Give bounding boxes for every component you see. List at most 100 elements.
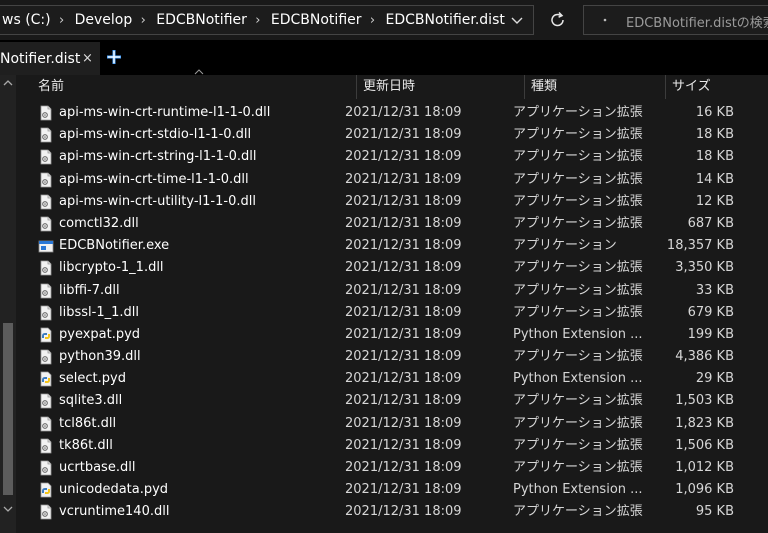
file-type: アプリケーション拡張 [513,215,643,231]
file-date-modified: 2021/12/31 18:09 [345,105,462,120]
file-date-modified: 2021/12/31 18:09 [345,437,462,453]
file-size: 18,357 KB [666,238,734,254]
file-size: 1,506 KB [675,437,734,453]
file-type: アプリケーション拡張 [513,149,643,165]
dll-icon [38,105,54,121]
file-row[interactable]: EDCBNotifier.exe 2021/12/31 18:09 アプリケーション… [16,235,768,257]
file-row[interactable]: ucrtbase.dll 2021/12/31 18:09 アプリケーション拡張 1,… [16,457,768,479]
file-type: アプリケーション拡張 [513,437,643,453]
breadcrumb-separator-icon[interactable]: › [247,13,269,28]
file-type: Python Extension ... [513,371,643,387]
file-date-modified: 2021/12/31 18:09 [345,371,462,387]
breadcrumb-drive[interactable]: ws (C:) [0,12,51,28]
tab-edcbnotifier-dist[interactable]: Notifier.dist × [0,42,100,75]
search-icon [600,11,614,27]
plus-icon[interactable] [105,48,123,66]
column-header-name[interactable]: 名前 [32,75,357,99]
file-type: Python Extension ... [513,482,643,498]
file-type: アプリケーション拡張 [513,504,643,520]
file-row[interactable]: tk86t.dll 2021/12/31 18:09 アプリケーション拡張 1,506… [16,435,768,457]
address-bar[interactable]: ws (C:) › Develop › EDCBNotifier › EDCBN… [0,5,534,35]
file-size: 33 KB [695,282,734,298]
file-size: 687 KB [687,215,734,231]
python-file-icon [38,327,54,343]
file-name: api-ms-win-crt-time-l1-1-0.dll [59,171,249,187]
file-row[interactable]: vcruntime140.dll 2021/12/31 18:09 アプリケーション… [16,501,768,523]
file-date-modified: 2021/12/31 18:09 [345,215,462,231]
file-date-modified: 2021/12/31 18:09 [345,482,462,498]
file-name: select.pyd [59,371,126,387]
file-list: api-ms-win-crt-runtime-l1-1-0.dll 2021/12… [16,102,768,524]
file-size: 1,012 KB [675,460,734,475]
file-date-modified: 2021/12/31 18:09 [345,326,462,342]
file-name: ucrtbase.dll [59,460,136,475]
python-file-icon [38,482,54,498]
python-file-icon [38,371,54,387]
dll-icon [38,349,54,365]
file-size: 12 KB [695,193,734,209]
file-type: アプリケーション拡張 [513,282,643,298]
file-row[interactable]: tcl86t.dll 2021/12/31 18:09 アプリケーション拡張 1,82… [16,413,768,435]
file-name: unicodedata.pyd [59,482,169,498]
file-row[interactable]: pyexpat.pyd 2021/12/31 18:09 Python Extens… [16,324,768,346]
file-row[interactable]: api-ms-win-crt-utility-l1-1-0.dll 2021/12… [16,191,768,213]
file-date-modified: 2021/12/31 18:09 [345,304,462,320]
file-name: vcruntime140.dll [59,504,170,520]
breadcrumb-develop[interactable]: Develop [73,12,133,28]
file-name: sqlite3.dll [59,393,123,409]
file-size: 679 KB [687,304,734,320]
file-name: api-ms-win-crt-stdio-l1-1-0.dll [59,127,252,143]
file-row[interactable]: api-ms-win-crt-stdio-l1-1-0.dll 2021/12/3… [16,124,768,146]
breadcrumb-separator-icon[interactable]: › [51,13,73,28]
dll-icon [38,504,54,520]
file-size: 18 KB [695,149,734,165]
file-size: 16 KB [695,105,734,120]
file-row[interactable]: libffi-7.dll 2021/12/31 18:09 アプリケーション拡張 33… [16,280,768,302]
scroll-up-icon[interactable] [3,79,13,87]
scroll-down-icon[interactable] [3,505,13,513]
file-name: libffi-7.dll [59,282,120,298]
refresh-icon[interactable] [543,8,573,32]
file-type: アプリケーション拡張 [513,105,643,120]
close-icon[interactable]: × [82,51,93,66]
file-name: comctl32.dll [59,215,139,231]
breadcrumb-edcbnotifier[interactable]: EDCBNotifier [154,12,247,28]
file-date-modified: 2021/12/31 18:09 [345,282,462,298]
chevron-down-icon[interactable] [505,10,529,30]
file-row[interactable]: sqlite3.dll 2021/12/31 18:09 アプリケーション拡張 1,5… [16,390,768,412]
vertical-scrollbar[interactable] [0,75,16,533]
dll-icon [38,172,54,188]
file-row[interactable]: api-ms-win-crt-runtime-l1-1-0.dll 2021/12… [16,102,768,124]
file-row[interactable]: comctl32.dll 2021/12/31 18:09 アプリケーション拡張 68… [16,213,768,235]
column-header-date[interactable]: 更新日時 [357,75,525,99]
file-row[interactable]: libcrypto-1_1.dll 2021/12/31 18:09 アプリケーショ… [16,257,768,279]
file-size: 1,823 KB [675,415,734,431]
file-row[interactable]: python39.dll 2021/12/31 18:09 アプリケーション拡張 4,… [16,346,768,368]
file-date-modified: 2021/12/31 18:09 [345,504,462,520]
column-header-size[interactable]: サイズ [666,75,752,99]
file-size: 3,350 KB [675,260,734,276]
breadcrumb-separator-icon[interactable]: › [362,13,384,28]
file-type: アプリケーション拡張 [513,171,643,187]
file-row[interactable]: select.pyd 2021/12/31 18:09 Python Extensi… [16,368,768,390]
file-type: アプリケーション拡張 [513,260,643,276]
file-type: アプリケーション拡張 [513,393,643,409]
dll-icon [38,460,54,476]
breadcrumb-separator-icon[interactable]: › [132,13,154,28]
scrollbar-thumb[interactable] [3,323,13,495]
breadcrumb-current-folder[interactable]: EDCBNotifier.dist [384,12,505,28]
file-date-modified: 2021/12/31 18:09 [345,349,462,365]
file-row[interactable]: api-ms-win-crt-time-l1-1-0.dll 2021/12/31… [16,169,768,191]
file-row[interactable]: api-ms-win-crt-string-l1-1-0.dll 2021/12/… [16,146,768,168]
dll-icon [38,393,54,409]
file-date-modified: 2021/12/31 18:09 [345,149,462,165]
search-box[interactable]: EDCBNotifier.distの検索 [583,5,768,35]
column-header-type[interactable]: 種類 [525,75,666,99]
file-type: Python Extension ... [513,326,643,342]
file-row[interactable]: unicodedata.pyd 2021/12/31 18:09 Python Ex… [16,479,768,501]
file-type: アプリケーション拡張 [513,193,643,209]
file-row[interactable]: libssl-1_1.dll 2021/12/31 18:09 アプリケーション拡張… [16,302,768,324]
file-size: 4,386 KB [675,349,734,365]
breadcrumb-edcbnotifier-sub[interactable]: EDCBNotifier [269,12,362,28]
file-type: アプリケーション拡張 [513,127,643,143]
